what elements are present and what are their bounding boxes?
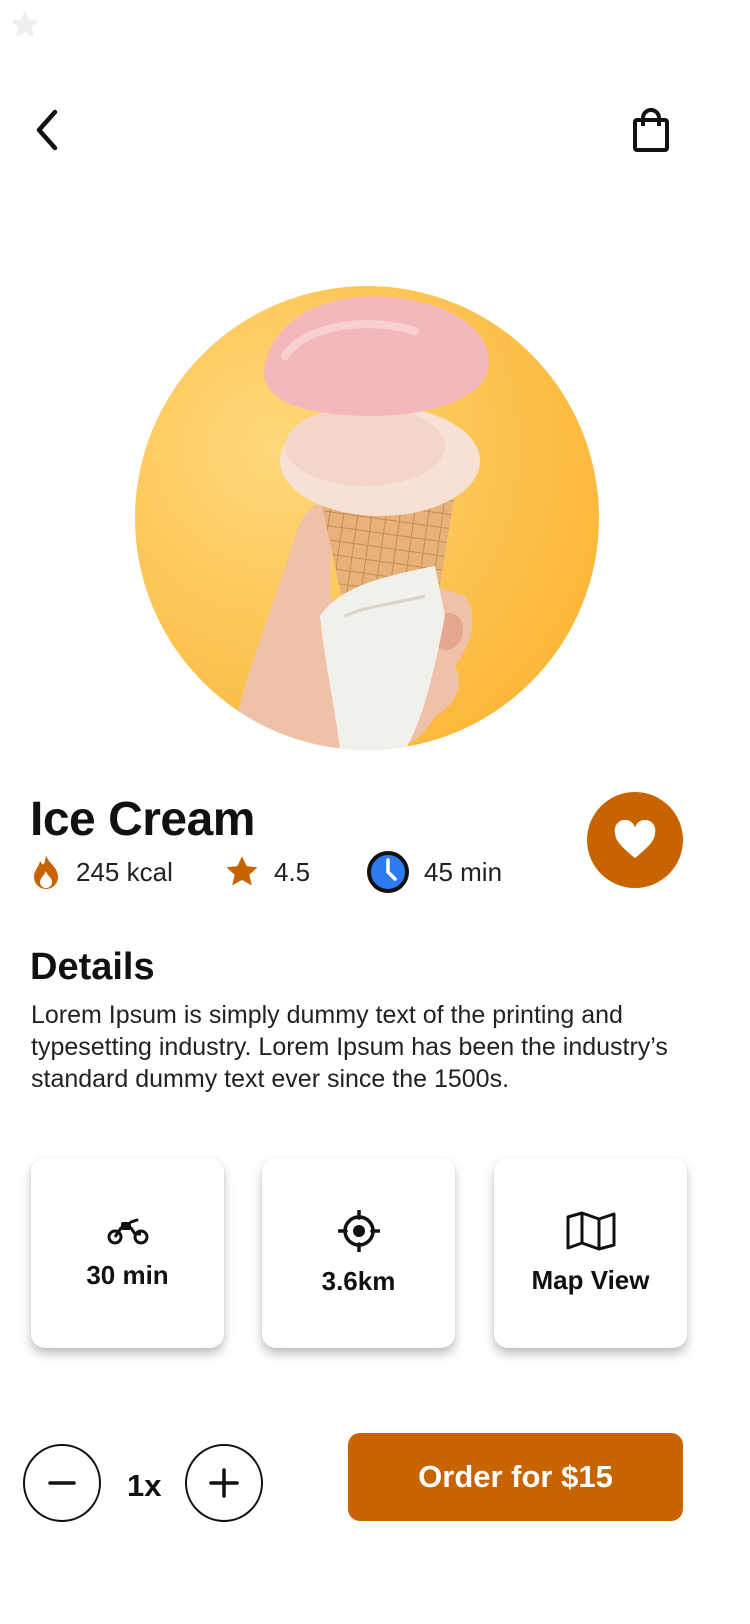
rating-text: 4.5 xyxy=(274,856,311,887)
favorite-button[interactable] xyxy=(587,792,683,888)
clock-icon xyxy=(367,851,409,893)
time-stat: 45 min xyxy=(366,849,502,895)
map-view-card[interactable]: Map View xyxy=(494,1158,687,1348)
faint-star-icon xyxy=(8,8,42,42)
location-target-icon xyxy=(337,1209,380,1252)
product-image xyxy=(135,286,599,750)
delivery-time-label: 30 min xyxy=(86,1259,169,1290)
heart-icon xyxy=(614,820,656,859)
map-view-label: Map View xyxy=(531,1264,650,1295)
decrease-quantity-button[interactable] xyxy=(23,1444,101,1522)
map-icon xyxy=(566,1211,615,1250)
product-title: Ice Cream xyxy=(30,793,255,846)
cart-button[interactable] xyxy=(626,104,676,158)
flame-icon xyxy=(34,855,58,889)
chevron-left-icon xyxy=(36,109,58,151)
increase-quantity-button[interactable] xyxy=(185,1444,263,1522)
shopping-bag-icon xyxy=(633,108,669,152)
time-text: 45 min xyxy=(424,856,503,887)
quantity-value: 1x xyxy=(127,1468,162,1503)
back-button[interactable] xyxy=(26,100,70,160)
distance-label: 3.6km xyxy=(321,1265,396,1296)
minus-icon xyxy=(48,1481,76,1485)
star-icon xyxy=(226,856,258,886)
plus-icon xyxy=(209,1468,239,1498)
rating-stat: 4.5 xyxy=(224,850,310,894)
details-text: Lorem Ipsum is simply dummy text of the … xyxy=(31,1001,668,1093)
order-button[interactable]: Order for $15 xyxy=(348,1433,683,1521)
details-heading: Details xyxy=(30,946,155,988)
motorbike-icon xyxy=(107,1218,148,1244)
distance-card[interactable]: 3.6km xyxy=(262,1158,455,1348)
delivery-time-card[interactable]: 30 min xyxy=(31,1158,224,1348)
calories-text: 245 kcal xyxy=(76,856,173,887)
calories-stat: 245 kcal xyxy=(30,850,173,894)
